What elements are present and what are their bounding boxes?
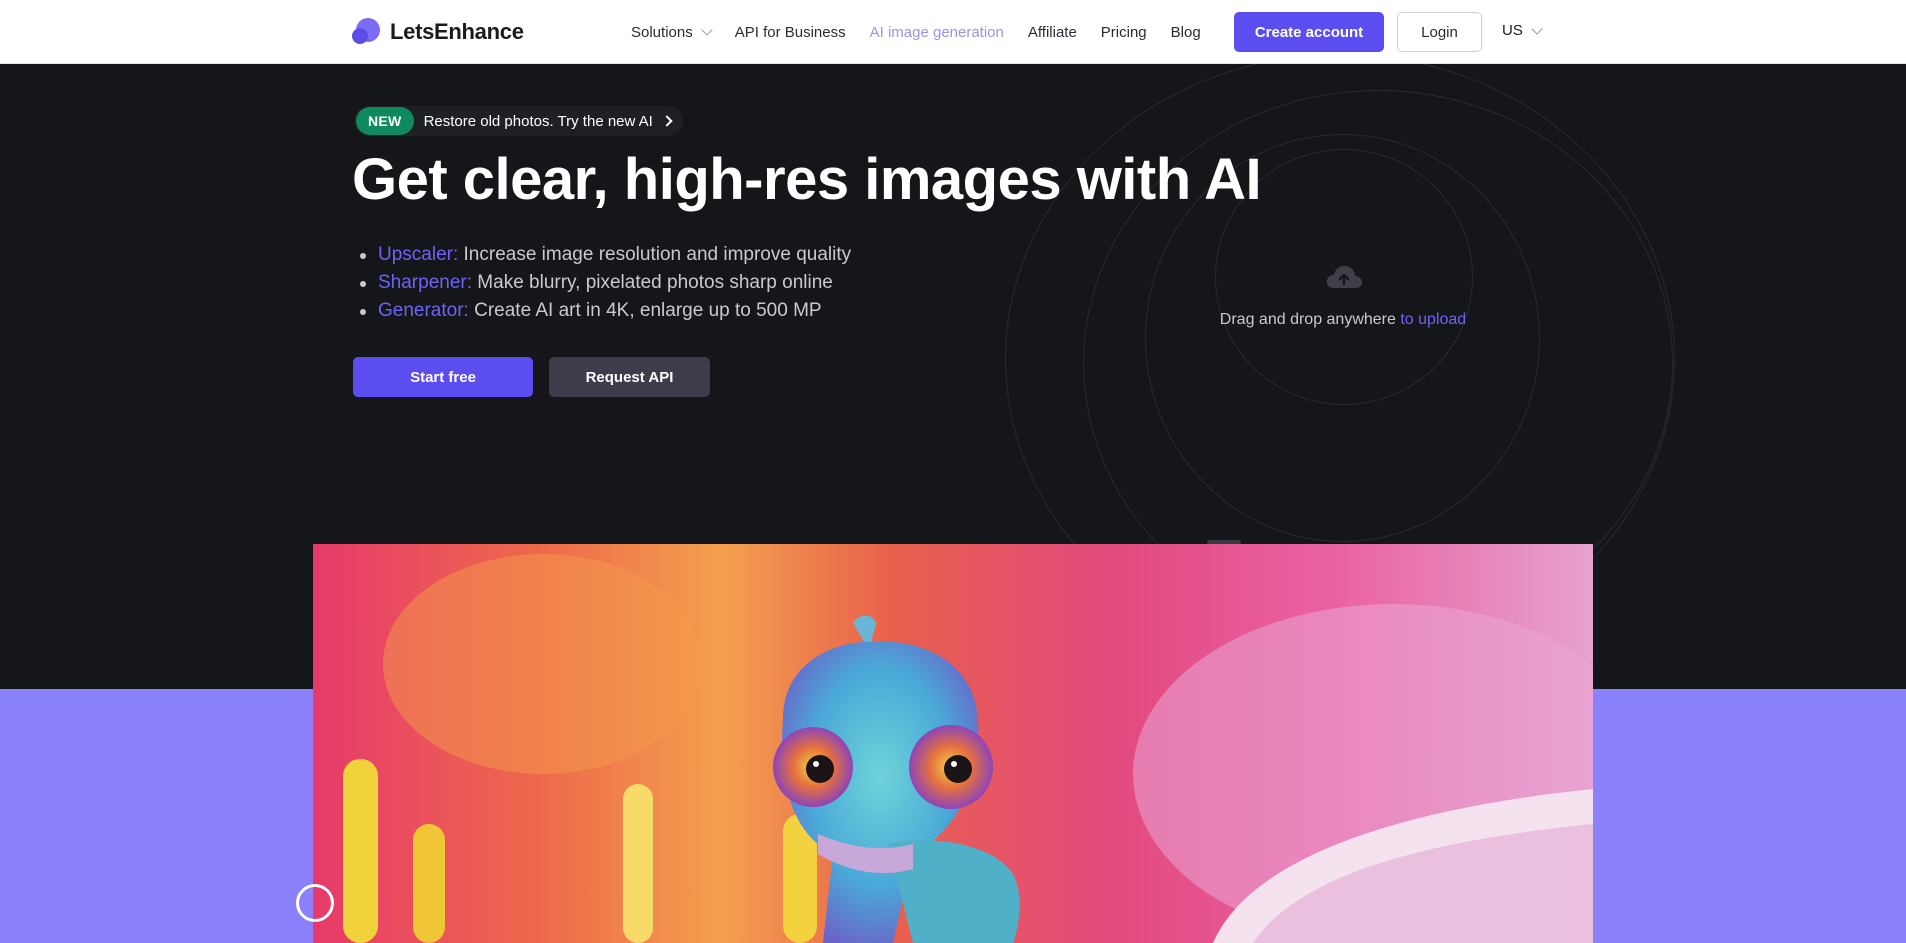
create-account-button[interactable]: Create account (1234, 12, 1384, 52)
nav-link-label: Pricing (1100, 23, 1147, 41)
feature-item-upscaler: Upscaler: Increase image resolution and … (360, 241, 851, 269)
comparison-slider-handle[interactable] (296, 884, 334, 922)
request-api-button[interactable]: Request API (549, 357, 710, 397)
example-image-chameleon[interactable] (313, 544, 1593, 943)
feature-list: Upscaler: Increase image resolution and … (360, 241, 851, 325)
badge-text: Restore old photos. Try the new AI (423, 112, 653, 130)
upload-dropzone[interactable] (1143, 140, 1543, 460)
nav-link-blog[interactable]: Blog (1171, 24, 1201, 41)
locale-selector[interactable]: US (1502, 22, 1543, 39)
logo[interactable]: LetsEnhance (352, 18, 524, 46)
logo-mark-icon (352, 18, 380, 46)
new-feature-badge[interactable]: NEW Restore old photos. Try the new AI (354, 106, 683, 136)
top-navigation: LetsEnhance Solutions API for Business A… (0, 0, 1906, 64)
nav-link-solutions[interactable]: Solutions (631, 23, 713, 41)
upload-text: Drag and drop anywhere (1219, 311, 1401, 328)
login-button[interactable]: Login (1397, 12, 1482, 52)
upload-instructions: Drag and drop anywhere to upload (1143, 311, 1543, 329)
locale-label: US (1502, 22, 1523, 39)
chameleon-illustration (313, 544, 1593, 943)
nav-link-ai-image-generation[interactable]: AI image generation (870, 24, 1004, 41)
logo-text: LetsEnhance (390, 19, 524, 44)
feature-item-sharpener: Sharpener: Make blurry, pixelated photos… (360, 269, 851, 297)
feature-key[interactable]: Generator: (378, 300, 469, 321)
nav-link-label: Affiliate (1027, 23, 1077, 41)
upload-link[interactable]: to upload (1400, 311, 1466, 328)
feature-text: Create AI art in 4K, enlarge up to 500 M… (468, 300, 822, 321)
nav-link-label: Solutions (631, 23, 693, 41)
start-free-button[interactable]: Start free (353, 357, 533, 397)
nav-link-api-for-business[interactable]: API for Business (735, 24, 846, 41)
cloud-upload-icon (1326, 265, 1363, 288)
feature-key[interactable]: Upscaler: (378, 244, 458, 265)
chevron-right-icon (661, 115, 673, 127)
chevron-down-icon (701, 24, 713, 36)
nav-link-pricing[interactable]: Pricing (1101, 24, 1147, 41)
nav-link-label: AI image generation (869, 23, 1004, 41)
feature-key[interactable]: Sharpener: (378, 272, 472, 293)
feature-text: Make blurry, pixelated photos sharp onli… (472, 272, 833, 293)
chevron-down-icon (1531, 22, 1543, 35)
feature-text: Increase image resolution and improve qu… (458, 244, 852, 265)
page-title: Get clear, high-res images with AI (352, 147, 1262, 212)
nav-link-label: Blog (1170, 23, 1201, 41)
feature-item-generator: Generator: Create AI art in 4K, enlarge … (360, 297, 851, 325)
nav-link-label: API for Business (734, 23, 846, 41)
nav-links: Solutions API for Business AI image gene… (631, 0, 1225, 64)
new-label: NEW (356, 107, 414, 135)
nav-link-affiliate[interactable]: Affiliate (1028, 24, 1077, 41)
